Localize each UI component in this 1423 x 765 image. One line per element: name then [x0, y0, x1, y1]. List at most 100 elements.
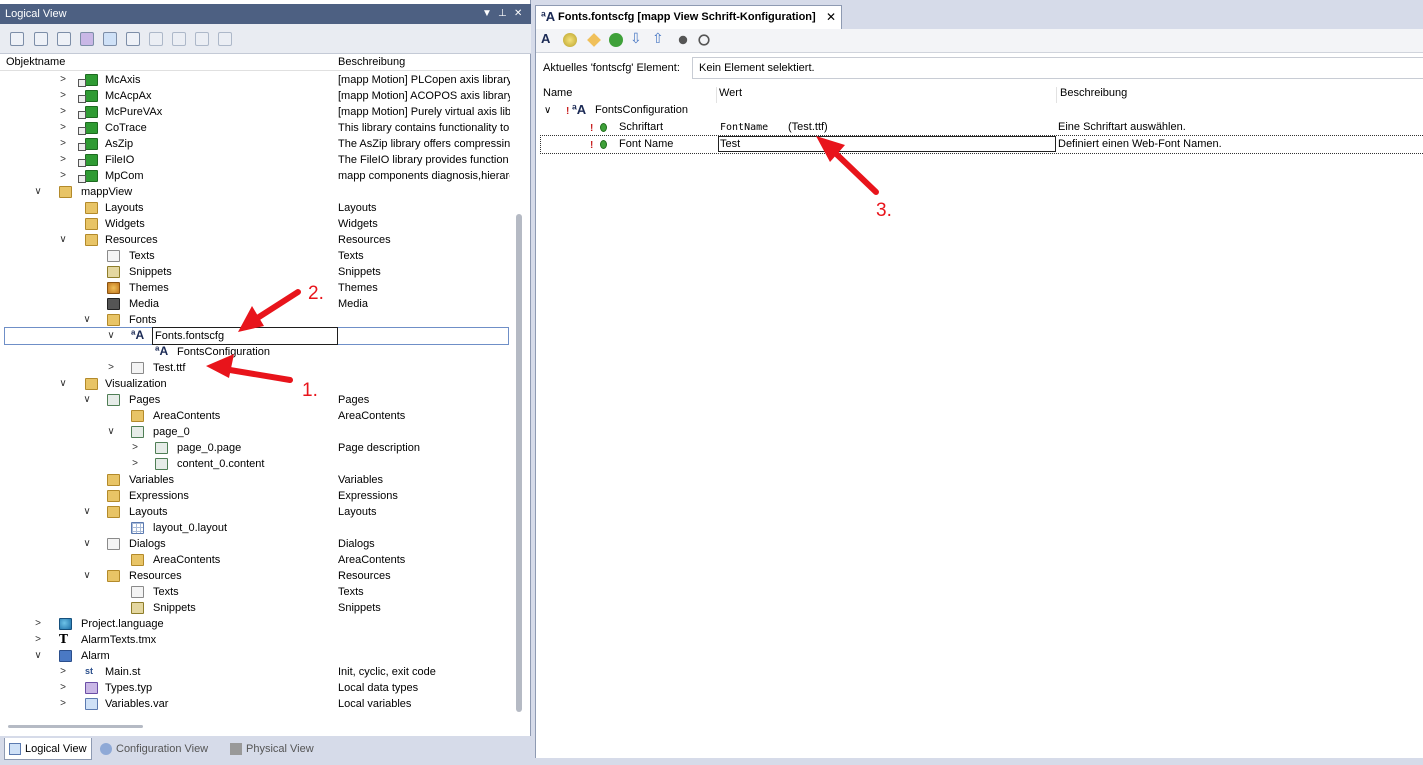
column-header-name[interactable]: Objektname [6, 56, 65, 68]
tree-item-expressions[interactable]: Expressions Expressions [0, 488, 510, 504]
collapse-chevron-icon[interactable]: ∨ [32, 184, 44, 200]
column-header-description[interactable]: Beschreibung [338, 56, 405, 68]
tree-item-fonts[interactable]: ∨ Fonts [0, 312, 510, 328]
properties-icon[interactable] [57, 32, 71, 46]
collapse-chevron-icon[interactable]: ∨ [81, 536, 93, 552]
expand-chevron-icon[interactable]: > [129, 456, 141, 472]
tree-item-mpcom[interactable]: > MpCom mapp components diagnosis,hierarch [0, 168, 510, 184]
tree-item-mcpurevax[interactable]: > McPureVAx [mapp Motion] Purely virtual a… [0, 104, 510, 120]
expand-chevron-icon[interactable]: > [57, 680, 69, 696]
types-icon[interactable] [80, 32, 94, 46]
dropdown-arrow-icon[interactable]: ▼ [482, 4, 492, 24]
close-tab-icon[interactable]: ✕ [826, 10, 836, 24]
sort-ascending-icon[interactable]: ⇧ [652, 30, 666, 46]
property-row-fontsconfiguration[interactable]: ∨ ! ªA FontsConfiguration [536, 102, 1423, 119]
tree-item-project-language[interactable]: > Project.language [0, 616, 510, 632]
collapse-chevron-icon[interactable]: ∨ [81, 392, 93, 408]
tree-item-layouts[interactable]: ∨ Layouts Layouts [0, 504, 510, 520]
scrollbar-thumb[interactable] [516, 214, 522, 712]
tree-item-snippets[interactable]: Snippets Snippets [0, 264, 510, 280]
pin-icon[interactable]: ⊥ [498, 4, 507, 24]
tree-item-alarm[interactable]: ∨ Alarm [0, 648, 510, 664]
sort-descending-icon[interactable]: ⇩ [630, 30, 644, 46]
collapse-chevron-icon[interactable]: ∨ [81, 312, 93, 328]
settings-icon[interactable] [698, 34, 710, 46]
tree-item-main-st[interactable]: > st Main.st Init, cyclic, exit code [0, 664, 510, 680]
expand-chevron-icon[interactable]: > [57, 120, 69, 136]
tree-item-areacontents[interactable]: AreaContents AreaContents [0, 408, 510, 424]
link-icon[interactable] [172, 32, 186, 46]
tree-item-variables-var[interactable]: > Variables.var Local variables [0, 696, 510, 712]
property-value[interactable]: FontName (Test.ttf) [718, 119, 1056, 135]
expand-chevron-icon[interactable]: > [57, 104, 69, 120]
tree-item-cotrace[interactable]: > CoTrace This library contains functional… [0, 120, 510, 136]
tree-item-mappview[interactable]: ∨ mappView [0, 184, 510, 200]
tree-item-texts[interactable]: Texts Texts [0, 248, 510, 264]
light-icon[interactable] [563, 33, 577, 47]
tree-item-texts[interactable]: Texts Texts [0, 584, 510, 600]
tree-item-types-typ[interactable]: > Types.typ Local data types [0, 680, 510, 696]
column-header-name[interactable]: Name [543, 87, 572, 99]
collapse-chevron-icon[interactable]: ∨ [32, 648, 44, 664]
tree-item-test-ttf[interactable]: > Test.ttf [0, 360, 510, 376]
tree-item-fontsconfiguration[interactable]: ªA FontsConfiguration [0, 344, 510, 360]
property-row-font-name[interactable]: ! Font Name Test Definiert einen Web-Fon… [540, 135, 1423, 154]
record-icon[interactable] [678, 35, 688, 45]
collapse-chevron-icon[interactable]: ∨ [81, 504, 93, 520]
tree-item-alarmtexts-tmx[interactable]: > T AlarmTexts.tmx [0, 632, 510, 648]
font-name-input[interactable]: Test [718, 136, 1056, 152]
expand-chevron-icon[interactable]: > [32, 616, 44, 632]
collapse-chevron-icon[interactable]: ∨ [57, 232, 69, 248]
collapse-chevron-icon[interactable]: ∨ [57, 376, 69, 392]
expand-chevron-icon[interactable]: > [129, 440, 141, 456]
property-row-schriftart[interactable]: ! Schriftart FontName (Test.ttf) Eine Sc… [536, 119, 1423, 136]
tree-item-snippets[interactable]: Snippets Snippets [0, 600, 510, 616]
edit-disabled-icon[interactable] [149, 32, 163, 46]
tree-item-layouts[interactable]: Layouts Layouts [0, 200, 510, 216]
expand-chevron-icon[interactable]: > [57, 88, 69, 104]
details-view-icon[interactable] [10, 32, 24, 46]
tree-item-visualization[interactable]: ∨ Visualization [0, 376, 510, 392]
tree-item-layout-0-layout[interactable]: layout_0.layout [0, 520, 510, 536]
tree-item-mcacpax[interactable]: > McAcpAx [mapp Motion] ACOPOS axis librar… [0, 88, 510, 104]
tree-item-aszip[interactable]: > AsZip The AsZip library offers compressi… [0, 136, 510, 152]
tree-item-pages[interactable]: ∨ Pages Pages [0, 392, 510, 408]
tree-item-widgets[interactable]: Widgets Widgets [0, 216, 510, 232]
expand-chevron-icon[interactable]: > [57, 168, 69, 184]
expand-chevron-icon[interactable]: > [105, 360, 117, 376]
tree-item-fileio[interactable]: > FileIO The FileIO library provides funct… [0, 152, 510, 168]
tree-item-resources[interactable]: ∨ Resources Resources [0, 232, 510, 248]
tree-item-page-0[interactable]: ∨ page_0 [0, 424, 510, 440]
tree-item-mcaxis[interactable]: > McAxis [mapp Motion] PLCopen axis librar… [0, 72, 510, 88]
edit-icon[interactable] [126, 32, 140, 46]
list-view-icon[interactable] [34, 32, 48, 46]
tab-configuration-view[interactable]: Configuration View [96, 738, 224, 760]
tree-item-themes[interactable]: Themes Themes [0, 280, 510, 296]
tools-icon[interactable] [218, 32, 232, 46]
move-icon[interactable] [587, 33, 601, 47]
collapse-chevron-icon[interactable]: ∨ [105, 328, 117, 344]
column-header-description[interactable]: Beschreibung [1060, 87, 1127, 99]
document-tab[interactable]: ªA Fonts.fontscfg [mapp View Schrift-Kon… [535, 5, 842, 29]
tab-physical-view[interactable]: Physical View [226, 738, 324, 760]
expand-chevron-icon[interactable]: > [32, 632, 44, 648]
collapse-chevron-icon[interactable]: ∨ [105, 424, 117, 440]
collapse-chevron-icon[interactable]: ∨ [81, 568, 93, 584]
tab-logical-view[interactable]: Logical View [4, 738, 92, 760]
column-header-value[interactable]: Wert [719, 87, 742, 99]
tree-item-page-0-page[interactable]: > page_0.page Page description [0, 440, 510, 456]
horizontal-scrollbar[interactable] [0, 719, 510, 733]
tree-item-fonts-fontscfg[interactable]: ∨ ªA Fonts.fontscfg [4, 327, 509, 345]
expand-chevron-icon[interactable]: > [57, 696, 69, 712]
print-icon[interactable] [195, 32, 209, 46]
tree-item-variables[interactable]: Variables Variables [0, 472, 510, 488]
expand-chevron-icon[interactable]: > [57, 152, 69, 168]
tree-item-content-0-content[interactable]: > content_0.content [0, 456, 510, 472]
scrollbar-thumb[interactable] [8, 725, 143, 728]
add-font-icon[interactable]: A [541, 31, 555, 46]
close-icon[interactable]: ✕ [514, 4, 522, 24]
expand-chevron-icon[interactable]: > [57, 72, 69, 88]
vertical-scrollbar[interactable] [512, 54, 526, 719]
validate-icon[interactable] [609, 33, 623, 47]
tree-item-dialogs[interactable]: ∨ Dialogs Dialogs [0, 536, 510, 552]
